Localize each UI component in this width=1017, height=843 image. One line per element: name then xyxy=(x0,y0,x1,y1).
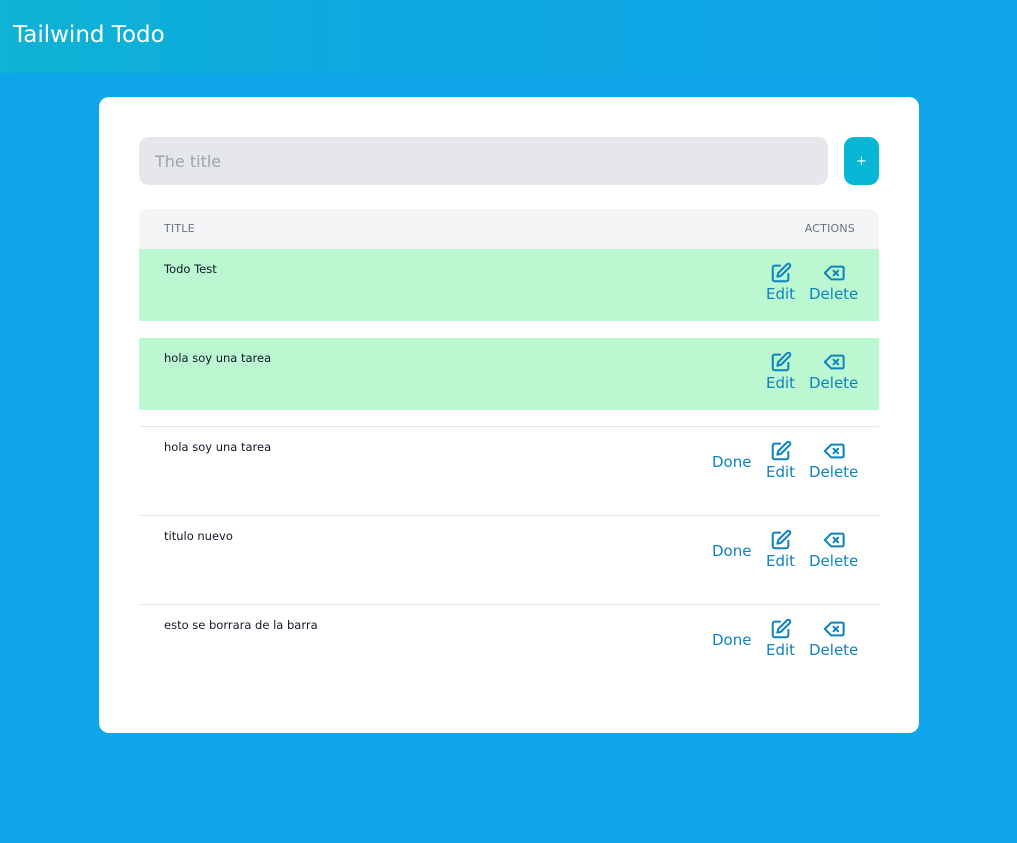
delete-label: Delete xyxy=(809,285,859,303)
todo-title: Todo Test xyxy=(164,262,217,276)
app-header: Tailwind Todo xyxy=(0,0,1017,73)
done-button[interactable]: Done xyxy=(712,453,751,471)
app-title: Tailwind Todo xyxy=(13,22,165,48)
delete-button[interactable]: Delete xyxy=(809,262,858,303)
todo-card: + TITLE ACTIONS Todo TestEditDeletehola … xyxy=(99,97,919,733)
delete-button[interactable]: Delete xyxy=(809,440,858,481)
edit-pencil-icon xyxy=(771,529,791,550)
delete-label: Delete xyxy=(809,374,859,392)
edit-pencil-icon xyxy=(771,618,791,639)
edit-button[interactable]: Edit xyxy=(766,262,795,303)
edit-label: Edit xyxy=(766,285,796,303)
column-header-title: TITLE xyxy=(164,222,195,235)
todo-row: hola soy una tarea Edit Delete xyxy=(139,338,879,410)
backspace-delete-icon xyxy=(823,443,845,459)
edit-button[interactable]: Edit xyxy=(766,529,795,570)
backspace-delete-icon xyxy=(823,621,845,637)
done-button[interactable]: Done xyxy=(712,631,751,649)
add-todo-button[interactable]: + xyxy=(844,137,879,185)
backspace-delete-icon xyxy=(823,265,845,281)
delete-button[interactable]: Delete xyxy=(809,529,858,570)
backspace-delete-icon xyxy=(823,354,845,370)
edit-pencil-icon xyxy=(771,262,791,283)
edit-button[interactable]: Edit xyxy=(766,351,795,392)
edit-label: Edit xyxy=(766,463,796,481)
table-header: TITLE ACTIONS xyxy=(139,209,879,249)
todo-row: Todo Test Edit Delete xyxy=(139,249,879,321)
todo-title: titulo nuevo xyxy=(164,529,233,543)
edit-pencil-icon xyxy=(771,351,791,372)
edit-button[interactable]: Edit xyxy=(766,440,795,481)
delete-button[interactable]: Delete xyxy=(809,618,858,659)
todo-title: hola soy una tarea xyxy=(164,440,272,454)
delete-label: Delete xyxy=(809,641,859,659)
todo-row: hola soy una tarea Done Edit Delete xyxy=(139,427,879,499)
title-input[interactable] xyxy=(139,137,828,185)
edit-button[interactable]: Edit xyxy=(766,618,795,659)
edit-label: Edit xyxy=(766,552,796,570)
edit-label: Edit xyxy=(766,374,796,392)
edit-label: Edit xyxy=(766,641,796,659)
done-button[interactable]: Done xyxy=(712,542,751,560)
todo-title: hola soy una tarea xyxy=(164,351,272,365)
column-header-actions: ACTIONS xyxy=(804,222,855,235)
edit-pencil-icon xyxy=(771,440,791,461)
backspace-delete-icon xyxy=(823,532,845,548)
todo-title: esto se borrara de la barra xyxy=(164,618,318,632)
todo-row: titulo nuevo Done Edit Delete xyxy=(139,516,879,588)
delete-button[interactable]: Delete xyxy=(809,351,858,392)
todo-row: esto se borrara de la barra Done Edit Delet… xyxy=(139,605,879,677)
delete-label: Delete xyxy=(809,552,859,570)
delete-label: Delete xyxy=(809,463,859,481)
